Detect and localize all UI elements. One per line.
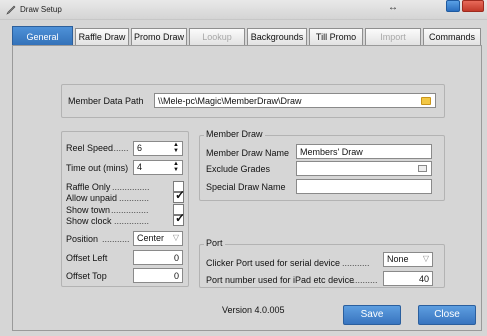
time-out-spinner[interactable]: 4 ▲ ▼ (133, 160, 183, 175)
reel-speed-spinner[interactable]: 6 ▲ ▼ (133, 141, 183, 156)
folder-icon[interactable] (421, 97, 431, 105)
list-picker-icon[interactable] (418, 165, 427, 172)
position-dots: ........... (102, 234, 130, 244)
window-title: Draw Setup (20, 5, 62, 14)
reel-speed-value: 6 (137, 143, 143, 153)
show-clock-label: Show clock (66, 216, 112, 226)
position-label: Position (66, 234, 99, 244)
member-data-path-label: Member Data Path (68, 96, 144, 106)
position-value: Center (137, 233, 165, 243)
position-dropdown[interactable]: Center ▽ (133, 231, 183, 246)
save-button[interactable]: Save (343, 305, 401, 325)
clicker-port-dots: ........... (342, 258, 370, 268)
allow-unpaid-dots: ............ (119, 193, 150, 203)
allow-unpaid-label: Allow unpaid (66, 193, 118, 203)
clicker-port-label: Clicker Port used for serial device (206, 258, 341, 268)
tab-commands[interactable]: Commands (423, 28, 481, 45)
reel-speed-dots: ....... (111, 143, 129, 153)
time-out-label: Time out (mins) (66, 163, 129, 173)
title-bar: Draw Setup ↔ (0, 0, 487, 20)
special-draw-name-input[interactable] (296, 179, 432, 194)
tab-import: Import (365, 28, 421, 45)
spinner-arrows-icon[interactable]: ▲ ▼ (173, 161, 179, 173)
offset-left-label: Offset Left (66, 253, 108, 263)
pen-icon (6, 5, 16, 15)
allow-unpaid-checkbox[interactable]: ✓ (173, 188, 186, 203)
ipad-port-input[interactable]: 40 (383, 271, 433, 286)
time-out-value: 4 (137, 162, 143, 172)
chevron-down-icon[interactable]: ▽ (173, 233, 179, 242)
exclude-grades-label: Exclude Grades (206, 164, 271, 174)
offset-top-label: Offset Top (66, 271, 107, 281)
close-button[interactable]: Close (418, 305, 476, 325)
ipad-port-label: Port number used for iPad etc device (206, 275, 355, 285)
tab-raffle-draw[interactable]: Raffle Draw (75, 28, 129, 45)
port-title: Port (204, 238, 225, 248)
draw-setup-window: Draw Setup ↔ General Raffle Draw Promo D… (0, 0, 487, 336)
tab-bar: General Raffle Draw Promo Draw Lookup Ba… (12, 26, 482, 46)
member-data-path-input[interactable]: \\Mele-pc\Magic\MemberDraw\Draw (154, 93, 436, 108)
port-group: Port Clicker Port used for serial device… (199, 238, 445, 288)
reel-speed-label: Reel Speed (66, 143, 114, 153)
clicker-port-value: None (387, 254, 409, 264)
chevron-down-icon[interactable]: ▽ (423, 254, 429, 263)
member-draw-group: Member Draw Member Draw Name Members' Dr… (199, 129, 445, 201)
close-window-button[interactable] (462, 0, 484, 12)
resize-icon[interactable]: ↔ (388, 2, 398, 13)
member-draw-name-label: Member Draw Name (206, 148, 290, 158)
member-draw-title: Member Draw (204, 129, 265, 139)
show-town-dots: ............... (111, 205, 149, 215)
show-town-label: Show town (66, 205, 111, 215)
checkmark-icon: ✓ (175, 188, 186, 202)
show-clock-dots: .............. (114, 216, 150, 226)
tab-general[interactable]: General (12, 26, 73, 46)
tab-lookup: Lookup (189, 28, 245, 45)
exclude-grades-input[interactable] (296, 161, 432, 176)
member-data-path-group: Member Data Path \\Mele-pc\Magic\MemberD… (61, 84, 445, 118)
general-panel: Member Data Path \\Mele-pc\Magic\MemberD… (12, 45, 482, 331)
offset-left-input[interactable]: 0 (133, 250, 183, 265)
member-data-path-value: \\Mele-pc\Magic\MemberDraw\Draw (158, 96, 302, 106)
special-draw-name-label: Special Draw Name (206, 182, 286, 192)
member-draw-name-input[interactable]: Members' Draw (296, 144, 432, 159)
spinner-arrows-icon[interactable]: ▲ ▼ (173, 142, 179, 154)
show-clock-checkbox[interactable]: ✓ (173, 211, 186, 226)
ipad-port-dots: ........... (350, 275, 378, 285)
checkmark-icon: ✓ (175, 211, 186, 225)
raffle-only-dots: ............... (112, 182, 150, 192)
display-settings-group: Reel Speed ....... 6 ▲ ▼ Time out (mins) … (61, 131, 189, 287)
clicker-port-dropdown[interactable]: None ▽ (383, 252, 433, 267)
tab-backgrounds[interactable]: Backgrounds (247, 28, 307, 45)
tab-promo-draw[interactable]: Promo Draw (131, 28, 187, 45)
minimize-button[interactable] (446, 0, 460, 12)
raffle-only-label: Raffle Only (66, 182, 111, 192)
offset-top-input[interactable]: 0 (133, 268, 183, 283)
version-label: Version 4.0.005 (222, 305, 285, 315)
tab-till-promo[interactable]: Till Promo (309, 28, 363, 45)
